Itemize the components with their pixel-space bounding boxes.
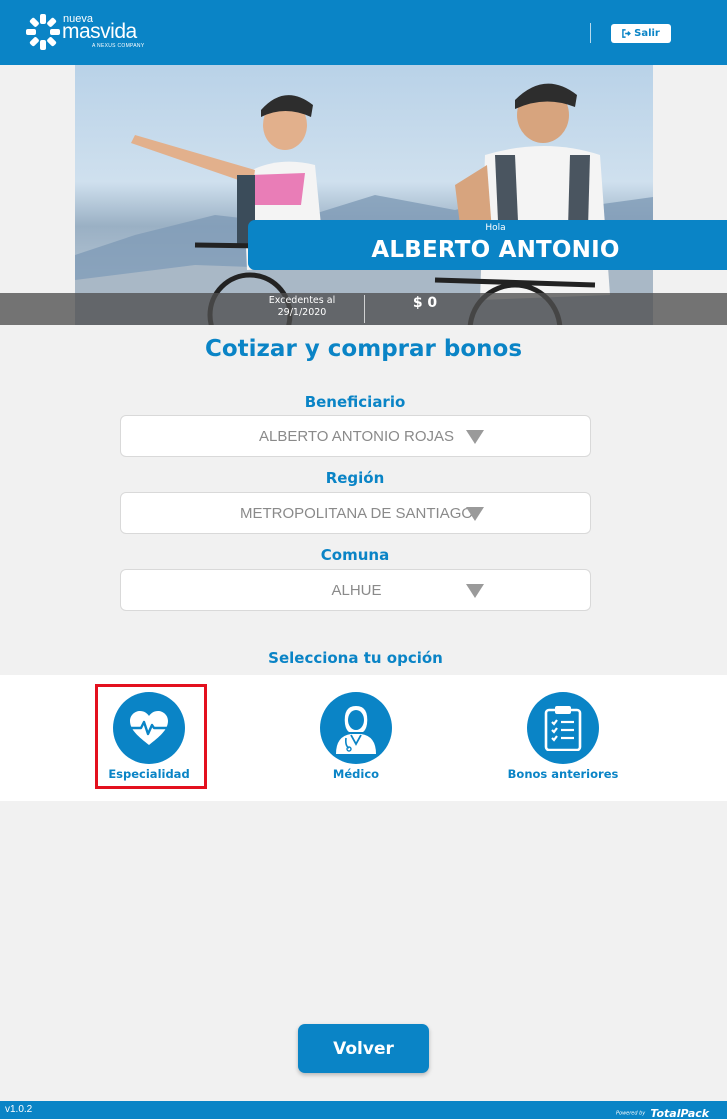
- option-medico-circle: [320, 692, 392, 764]
- option-medico-label: Médico: [332, 767, 380, 781]
- region-select[interactable]: METROPOLITANA DE SANTIAGO: [120, 492, 591, 534]
- page-title: Cotizar y comprar bonos: [204, 336, 523, 362]
- options-title: Selecciona tu opción: [268, 649, 443, 667]
- user-name: ALBERTO ANTONIO: [371, 237, 620, 263]
- powered-by: Powered by TotalPack: [616, 1103, 709, 1119]
- top-header: nueva masvida A NEXUS COMPANY Salir: [0, 0, 727, 65]
- doctor-icon: [336, 706, 376, 754]
- chevron-down-icon: [466, 584, 484, 598]
- app-version: v1.0.2: [5, 1104, 33, 1115]
- option-medico[interactable]: Médico: [286, 692, 426, 781]
- comuna-label: Comuna: [320, 546, 390, 564]
- option-bonos-anteriores[interactable]: Bonos anteriores: [493, 692, 633, 781]
- balance-value: $ 0: [412, 295, 438, 311]
- greeting-label: Hola: [485, 223, 506, 233]
- hero-banner-image: [75, 65, 653, 325]
- clipboard-checklist-icon: [544, 706, 582, 751]
- balance-strip: Excedentes al 29/1/2020 $ 0: [0, 293, 727, 325]
- comuna-value: ALHUE: [331, 582, 382, 599]
- option-bonos-circle: [527, 692, 599, 764]
- region-value: METROPOLITANA DE SANTIAGO: [239, 505, 474, 522]
- option-bonos-label: Bonos anteriores: [507, 767, 619, 781]
- brand-logo: nueva masvida A NEXUS COMPANY: [26, 14, 176, 52]
- chevron-down-icon: [466, 507, 484, 521]
- selected-option-highlight: [95, 684, 207, 789]
- footer-bar: v1.0.2 Powered by TotalPack: [0, 1101, 727, 1119]
- logo-mark-icon: [26, 14, 60, 50]
- region-label: Región: [325, 469, 385, 487]
- cyclists-illustration: [75, 83, 653, 325]
- logo-text-main: masvida: [62, 20, 137, 43]
- sign-out-icon: [622, 29, 632, 38]
- logout-button[interactable]: Salir: [611, 24, 671, 43]
- logout-label: Salir: [634, 28, 660, 39]
- powered-by-brand: TotalPack: [650, 1107, 710, 1119]
- beneficiario-select[interactable]: ALBERTO ANTONIO ROJAS: [120, 415, 591, 457]
- logo-tagline: A NEXUS COMPANY: [92, 43, 145, 49]
- powered-by-label: Powered by: [616, 1110, 646, 1117]
- comuna-select[interactable]: ALHUE: [120, 569, 591, 611]
- header-divider: [590, 23, 591, 43]
- balance-label: Excedentes al 29/1/2020: [268, 295, 336, 318]
- chevron-down-icon: [466, 430, 484, 444]
- beneficiario-value: ALBERTO ANTONIO ROJAS: [258, 428, 455, 445]
- beneficiario-label: Beneficiario: [304, 393, 406, 411]
- back-button[interactable]: Volver: [298, 1024, 429, 1073]
- balance-divider: [364, 295, 365, 323]
- greeting-panel: Hola ALBERTO ANTONIO: [248, 220, 727, 270]
